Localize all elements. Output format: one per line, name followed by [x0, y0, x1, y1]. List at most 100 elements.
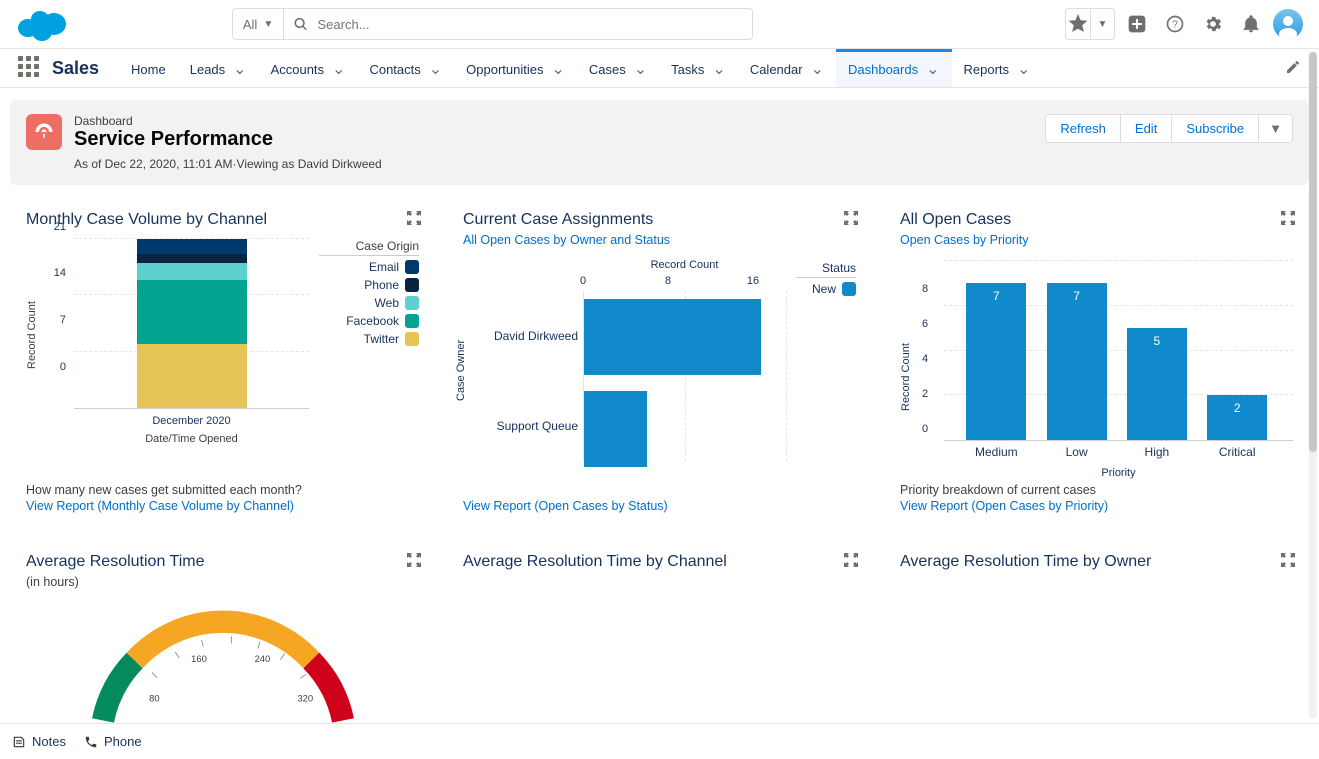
- bar-seg-web: [137, 263, 247, 280]
- utility-phone[interactable]: Phone: [84, 734, 142, 749]
- caret-down-icon: ▼: [263, 19, 273, 30]
- chevron-down-icon[interactable]: ⌄: [233, 66, 246, 74]
- x-category: December 2020: [74, 415, 309, 427]
- global-header: All ▼ ▼ ?: [0, 0, 1319, 48]
- nav-tab-label: Dashboards: [848, 62, 918, 77]
- card-title: Average Resolution Time by Owner: [900, 553, 1293, 571]
- chevron-down-icon[interactable]: ⌄: [429, 66, 442, 74]
- app-name: Sales: [52, 58, 99, 79]
- chevron-down-icon[interactable]: ⌄: [811, 66, 824, 74]
- nav-tab-tasks[interactable]: Tasks ⌄: [659, 49, 738, 87]
- nav-tab-accounts[interactable]: Accounts ⌄: [259, 49, 358, 87]
- search-scope-dropdown[interactable]: All ▼: [232, 8, 283, 40]
- notifications-bell-icon[interactable]: [1235, 8, 1267, 40]
- y-tick: 2: [922, 388, 928, 400]
- expand-icon[interactable]: [844, 553, 858, 567]
- card-monthly-case-volume: Monthly Case Volume by Channel Record Co…: [10, 197, 435, 527]
- global-search: All ▼: [232, 8, 753, 40]
- help-icon[interactable]: ?: [1159, 8, 1191, 40]
- bar-seg-phone: [137, 254, 247, 262]
- legend-item-label: Phone: [364, 278, 399, 292]
- chevron-down-icon[interactable]: ⌄: [712, 66, 725, 74]
- nav-tab-label: Calendar: [750, 62, 803, 77]
- edit-nav-pencil-icon[interactable]: [1275, 59, 1311, 78]
- nav-tab-opportunities[interactable]: Opportunities⌄: [454, 49, 577, 87]
- y-tick: 0: [60, 361, 66, 373]
- chevron-down-icon[interactable]: ⌄: [1017, 66, 1030, 74]
- expand-icon[interactable]: [1281, 553, 1295, 567]
- card-all-open-cases: All Open Cases Open Cases by Priority Re…: [884, 197, 1309, 527]
- edit-button[interactable]: Edit: [1121, 114, 1172, 143]
- nav-tab-leads[interactable]: Leads⌄: [178, 49, 259, 87]
- utility-notes[interactable]: Notes: [12, 734, 66, 749]
- nav-tab-label: Tasks: [671, 62, 704, 77]
- vbar-low: 7: [1047, 283, 1107, 440]
- nav-tab-home[interactable]: Home: [119, 49, 178, 87]
- search-box[interactable]: [283, 8, 753, 40]
- legend-header: Status: [796, 261, 856, 278]
- expand-icon[interactable]: [407, 553, 421, 567]
- vertical-scrollbar[interactable]: [1309, 52, 1317, 719]
- phone-icon: [84, 735, 98, 749]
- chevron-down-icon[interactable]: ⌄: [552, 66, 565, 74]
- legend-swatch: [405, 296, 419, 310]
- legend-header: Case Origin: [319, 239, 419, 256]
- page-title: Service Performance: [74, 128, 382, 151]
- star-icon[interactable]: [1066, 9, 1090, 39]
- refresh-button[interactable]: Refresh: [1045, 114, 1121, 143]
- x-tick: 8: [665, 275, 671, 287]
- chevron-down-icon[interactable]: ⌄: [634, 66, 647, 74]
- setup-gear-icon[interactable]: [1197, 8, 1229, 40]
- expand-icon[interactable]: [407, 211, 421, 225]
- horizontal-bar-chart: Case Owner Record Count 0 8 16 David Dir…: [463, 261, 786, 461]
- user-avatar[interactable]: [1273, 9, 1303, 39]
- nav-tab-contacts[interactable]: Contacts ⌄: [357, 49, 454, 87]
- nav-tab-label: Contacts: [369, 62, 420, 77]
- dashboard-meta: As of Dec 22, 2020, 11:01 AM·Viewing as …: [74, 157, 382, 171]
- caret-down-icon[interactable]: ▼: [1090, 9, 1114, 39]
- bar-seg-facebook: [137, 280, 247, 344]
- nav-tab-dashboards[interactable]: Dashboards ⌄: [836, 49, 952, 87]
- page-body: Dashboard Service Performance As of Dec …: [0, 88, 1319, 755]
- gauge-tick: 320: [297, 693, 313, 704]
- y-tick: 8: [922, 283, 928, 295]
- y-tick: 14: [54, 267, 66, 279]
- app-launcher-icon[interactable]: [18, 56, 42, 80]
- y-tick: 0: [922, 423, 928, 435]
- salesforce-logo: [16, 6, 68, 42]
- legend-item: Facebook: [319, 314, 419, 328]
- chevron-down-icon[interactable]: ⌄: [332, 66, 345, 74]
- legend-item-label: New: [812, 282, 836, 296]
- bar-value: 2: [1207, 401, 1267, 415]
- search-input[interactable]: [318, 17, 743, 32]
- view-report-link[interactable]: View Report (Open Cases by Priority): [900, 499, 1293, 513]
- card-title: All Open Cases: [900, 211, 1293, 229]
- card-title: Current Case Assignments: [463, 211, 856, 229]
- chevron-down-icon[interactable]: ⌄: [926, 66, 939, 74]
- x-category: Low: [1066, 445, 1088, 459]
- expand-icon[interactable]: [844, 211, 858, 225]
- expand-icon[interactable]: [1281, 211, 1295, 225]
- nav-tab-cases[interactable]: Cases⌄: [577, 49, 659, 87]
- view-report-link[interactable]: View Report (Open Cases by Status): [463, 499, 856, 513]
- card-avg-resolution-time-by-owner: Average Resolution Time by Owner: [884, 539, 1309, 743]
- legend-item: Twitter: [319, 332, 419, 346]
- add-icon[interactable]: [1121, 8, 1153, 40]
- view-report-link[interactable]: View Report (Monthly Case Volume by Chan…: [26, 499, 419, 513]
- favorites-group[interactable]: ▼: [1065, 8, 1115, 40]
- nav-tab-reports[interactable]: Reports⌄: [952, 49, 1043, 87]
- legend-item-label: Email: [369, 260, 399, 274]
- legend-item-label: Web: [375, 296, 399, 310]
- dashboard-object-icon: [26, 114, 62, 150]
- gauge-tick: 240: [254, 653, 270, 664]
- x-tick: 16: [747, 275, 759, 287]
- subscribe-button[interactable]: Subscribe: [1172, 114, 1259, 143]
- y-tick: 4: [922, 353, 928, 365]
- more-actions-dropdown[interactable]: ▼: [1259, 114, 1293, 143]
- y-tick: 7: [60, 314, 66, 326]
- search-icon: [294, 17, 307, 31]
- legend-item-label: Facebook: [346, 314, 399, 328]
- object-type-label: Dashboard: [74, 114, 382, 128]
- nav-tab-calendar[interactable]: Calendar ⌄: [738, 49, 836, 87]
- nav-tab-label: Accounts: [271, 62, 324, 77]
